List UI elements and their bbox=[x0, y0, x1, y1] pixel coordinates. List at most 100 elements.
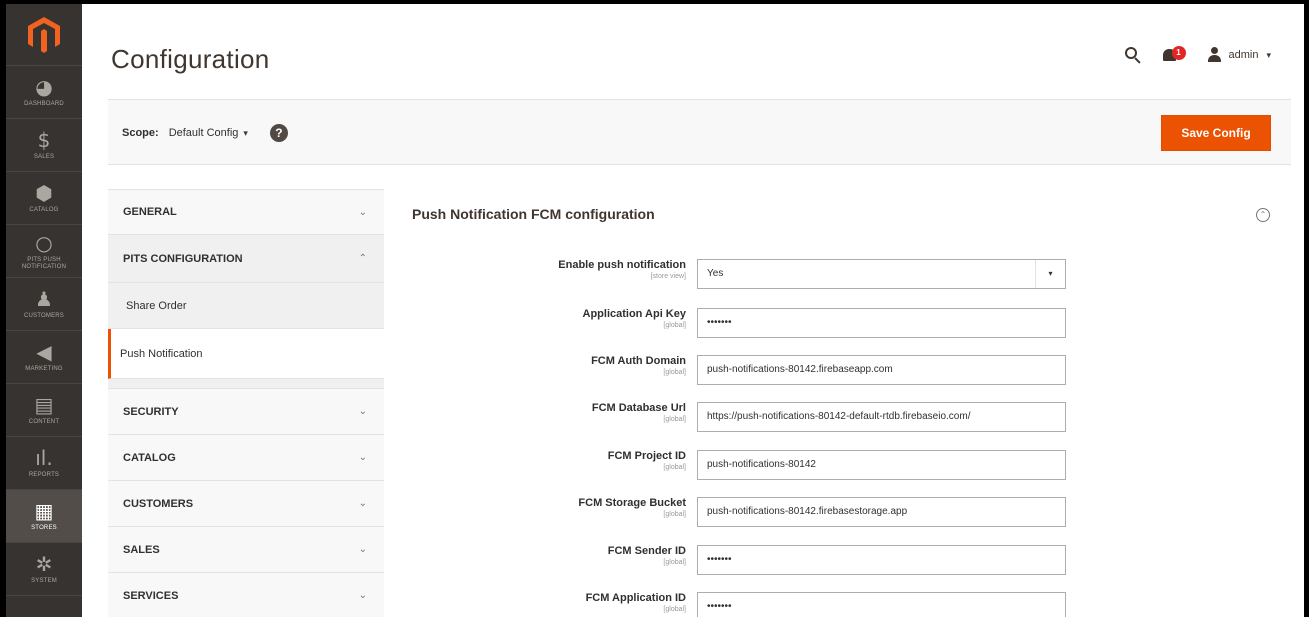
select-value: Yes bbox=[707, 268, 724, 279]
config-subitem-share-order[interactable]: Share Order bbox=[108, 283, 384, 329]
nav-item-pits-push-notification[interactable]: ○ PITS Push Notification bbox=[6, 225, 82, 278]
save-config-button[interactable]: Save Config bbox=[1161, 115, 1271, 151]
config-subitem-push-notification[interactable]: Push Notification bbox=[108, 329, 384, 379]
gear-icon: ✲ bbox=[35, 552, 53, 576]
config-tab-title: PITS CONFIGURATION bbox=[123, 252, 243, 265]
config-tab-security[interactable]: SECURITY ⌄ bbox=[108, 389, 384, 435]
page-actions-bar: Scope: Default Config ▾ ? Save Config bbox=[108, 99, 1291, 165]
field-label-text: FCM Sender ID bbox=[607, 545, 686, 557]
field-row: FCM Sender ID [global] ••••••• bbox=[520, 545, 1070, 577]
chevron-down-icon: ⌄ bbox=[358, 452, 367, 463]
chevron-up-icon: ⌃ bbox=[358, 253, 367, 264]
field-label-text: FCM Storage Bucket bbox=[578, 497, 686, 509]
magento-logo-icon bbox=[28, 16, 60, 53]
page-title: Configuration bbox=[111, 44, 270, 74]
chevron-down-icon: ⌄ bbox=[358, 544, 367, 555]
field-label: FCM Application ID [global] bbox=[486, 592, 686, 614]
magento-logo[interactable] bbox=[6, 4, 82, 66]
store-icon: ▦ bbox=[34, 499, 54, 523]
config-tab-title: CATALOG bbox=[123, 451, 176, 464]
chevron-down-icon: ⌄ bbox=[358, 498, 367, 509]
nav-item-content[interactable]: ▤ Content bbox=[6, 384, 82, 437]
nav-item-dashboard[interactable]: ◕ Dashboard bbox=[6, 66, 82, 119]
circle-icon: ○ bbox=[35, 230, 53, 255]
field-label-text: FCM Database Url bbox=[591, 402, 686, 414]
fcm-sender-id-input[interactable]: ••••••• bbox=[697, 545, 1066, 575]
field-scope-note: [global] bbox=[663, 369, 686, 376]
nav-item-label: PITS Push Notification bbox=[21, 256, 67, 270]
user-name: admin bbox=[1228, 49, 1259, 61]
caret-down-icon: ▾ bbox=[1266, 49, 1271, 60]
person-icon: ♟ bbox=[35, 287, 53, 311]
nav-item-label: Dashboard bbox=[24, 101, 64, 107]
dashboard-icon: ◕ bbox=[35, 75, 53, 99]
nav-item-catalog[interactable]: ⬢ Catalog bbox=[6, 172, 82, 225]
nav-item-sales[interactable]: $ Sales bbox=[6, 119, 82, 172]
search-icon[interactable] bbox=[1124, 47, 1141, 64]
reports-icon: ıl. bbox=[35, 446, 53, 470]
nav-item-label: Reports bbox=[28, 472, 60, 478]
config-tab-title: SERVICES bbox=[123, 589, 179, 602]
config-tab-sales[interactable]: SALES ⌄ bbox=[108, 527, 384, 573]
field-row: FCM Project ID [global] push-notifications… bbox=[520, 450, 1070, 482]
fcm-auth-domain-input[interactable]: push-notifications-80142.firebaseapp.com bbox=[697, 355, 1066, 385]
dollar-icon: $ bbox=[37, 128, 51, 152]
field-label-text: FCM Project ID bbox=[607, 450, 686, 462]
nav-item-stores[interactable]: ▦ Stores bbox=[6, 490, 82, 543]
help-icon[interactable]: ? bbox=[269, 124, 288, 142]
caret-down-icon: ▾ bbox=[243, 127, 248, 138]
scope-switcher: Scope: Default Config ▾ ? bbox=[122, 124, 288, 142]
config-tab-catalog[interactable]: CATALOG ⌄ bbox=[108, 435, 384, 481]
tabs-spacer bbox=[108, 379, 384, 389]
field-scope-note: [store view] bbox=[650, 273, 686, 280]
enable-push-notification-select[interactable]: Yes ▾ bbox=[697, 259, 1066, 289]
nav-item-reports[interactable]: ıl. Reports bbox=[6, 437, 82, 490]
admin-nav-menu: ◕ Dashboard $ Sales ⬢ Catalog ○ PITS Push Notif… bbox=[6, 66, 82, 596]
field-scope-note: [global] bbox=[663, 464, 686, 471]
window-frame-top bbox=[0, 0, 1309, 4]
field-row: Enable push notification [store view] Yes ▾ bbox=[520, 259, 1070, 291]
field-label-text: FCM Application ID bbox=[585, 592, 686, 604]
header-actions: 1 admin ▾ bbox=[1124, 46, 1271, 64]
field-label-text: FCM Auth Domain bbox=[591, 355, 686, 367]
field-row: Application Api Key [global] ••••••• bbox=[520, 308, 1070, 340]
config-tab-title: CUSTOMERS bbox=[123, 497, 194, 510]
field-row: FCM Auth Domain [global] push-notification… bbox=[520, 355, 1070, 387]
field-row: FCM Storage Bucket [global] push-notificat… bbox=[520, 497, 1070, 529]
config-tab-general[interactable]: GENERAL ⌄ bbox=[108, 189, 384, 235]
application-api-key-input[interactable]: ••••••• bbox=[697, 308, 1066, 338]
fcm-application-id-input[interactable]: ••••••• bbox=[697, 592, 1066, 617]
nav-item-label: Stores bbox=[31, 525, 57, 531]
chevron-down-icon: ⌄ bbox=[358, 590, 367, 601]
config-tab-pits-configuration[interactable]: PITS CONFIGURATION ⌃ bbox=[108, 235, 384, 283]
config-tab-services[interactable]: SERVICES ⌄ bbox=[108, 573, 384, 617]
chevron-down-icon: ⌄ bbox=[358, 406, 367, 417]
nav-item-label: Sales bbox=[33, 154, 55, 160]
field-label-text: Enable push notification bbox=[558, 259, 686, 271]
field-scope-note: [global] bbox=[663, 511, 686, 518]
notifications-bell-icon[interactable]: 1 bbox=[1162, 46, 1186, 64]
fcm-project-id-input[interactable]: push-notifications-80142 bbox=[697, 450, 1066, 480]
scope-dropdown[interactable]: Default Config ▾ bbox=[169, 127, 248, 139]
nav-item-marketing[interactable]: ◀ Marketing bbox=[6, 331, 82, 384]
nav-item-label: Catalog bbox=[29, 207, 59, 213]
cube-icon: ⬢ bbox=[35, 181, 53, 205]
select-arrow-icon: ▾ bbox=[1035, 260, 1065, 288]
field-scope-note: [global] bbox=[663, 416, 686, 423]
section-title[interactable]: Push Notification FCM configuration bbox=[412, 206, 655, 222]
config-tabs: GENERAL ⌄ PITS CONFIGURATION ⌃ Share Order Pu… bbox=[108, 189, 384, 617]
nav-item-system[interactable]: ✲ System bbox=[6, 543, 82, 596]
nav-item-customers[interactable]: ♟ Customers bbox=[6, 278, 82, 331]
fcm-storage-bucket-input[interactable]: push-notifications-80142.firebasestorage… bbox=[697, 497, 1066, 527]
collapse-section-icon[interactable]: ⌃ bbox=[1256, 208, 1270, 222]
field-scope-note: [global] bbox=[663, 322, 686, 329]
scope-label: Scope: bbox=[122, 127, 159, 139]
nav-item-label: Customers bbox=[23, 313, 65, 319]
field-row: FCM Database Url [global] https://push-not… bbox=[520, 402, 1070, 434]
field-label: FCM Sender ID [global] bbox=[486, 545, 686, 567]
user-account-menu[interactable]: admin ▾ bbox=[1207, 47, 1271, 63]
fcm-database-url-input[interactable]: https://push-notifications-80142-default… bbox=[697, 402, 1066, 432]
config-tab-customers[interactable]: CUSTOMERS ⌄ bbox=[108, 481, 384, 527]
field-scope-note: [global] bbox=[663, 559, 686, 566]
config-tab-title: SECURITY bbox=[123, 405, 179, 418]
